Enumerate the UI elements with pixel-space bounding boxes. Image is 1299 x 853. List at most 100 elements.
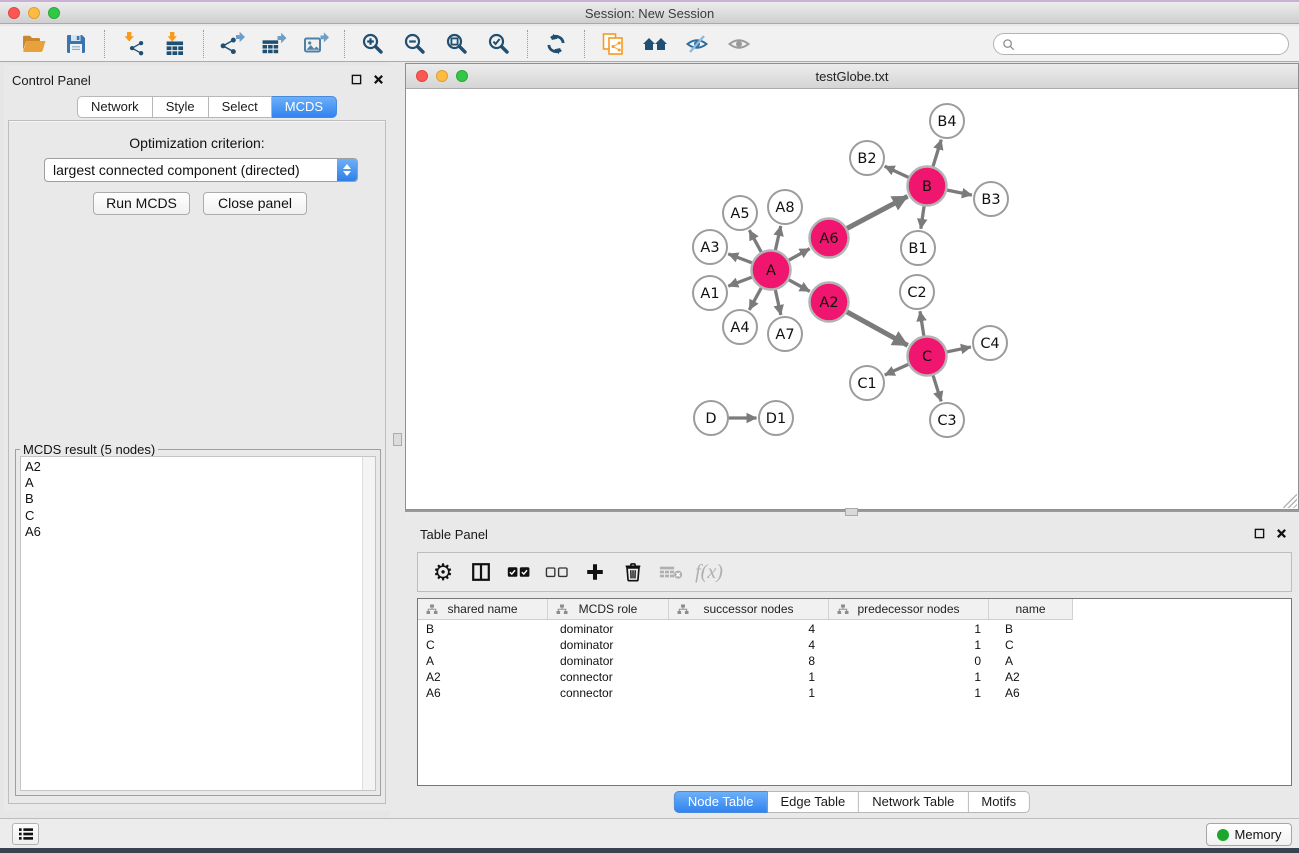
table-cell[interactable]: 0 <box>829 653 989 669</box>
network-from-selection-icon[interactable] <box>595 29 631 59</box>
network-canvas[interactable]: AA1A2A3A4A5A6A7A8BB1B2B3B4CC1C2C3C4DD1 <box>406 89 1298 509</box>
tab-network[interactable]: Network <box>77 96 153 118</box>
open-session-icon[interactable] <box>16 29 52 59</box>
network-graph[interactable]: AA1A2A3A4A5A6A7A8BB1B2B3B4CC1C2C3C4DD1 <box>406 89 1298 509</box>
table-cell[interactable]: connector <box>548 669 669 685</box>
search-input[interactable] <box>993 33 1289 55</box>
mcds-result-item[interactable]: B <box>21 491 375 507</box>
refresh-icon[interactable] <box>538 29 574 59</box>
table-cell[interactable]: A6 <box>418 685 548 701</box>
export-image-icon[interactable] <box>298 29 334 59</box>
tab-node-table[interactable]: Node Table <box>674 791 768 813</box>
divider-handle[interactable] <box>845 508 858 516</box>
table-cell[interactable]: A <box>418 653 548 669</box>
divider-handle[interactable] <box>393 433 402 446</box>
tab-style[interactable]: Style <box>153 96 209 118</box>
table-cell[interactable]: A6 <box>989 685 1073 701</box>
column-header-name[interactable]: name <box>989 599 1073 620</box>
tab-select[interactable]: Select <box>209 96 272 118</box>
mcds-result-list[interactable]: A2ABCA6 <box>20 456 376 791</box>
select-all-icon[interactable] <box>502 556 536 588</box>
table-cell[interactable]: dominator <box>548 621 669 637</box>
show-all-icon[interactable] <box>721 29 757 59</box>
graph-node-label: B <box>922 179 932 195</box>
mcds-result-item[interactable]: A2 <box>21 459 375 475</box>
table-cell[interactable]: B <box>418 621 548 637</box>
memory-button[interactable]: Memory <box>1206 823 1292 846</box>
table-cell[interactable]: 4 <box>669 621 829 637</box>
table-cell[interactable]: C <box>989 637 1073 653</box>
zoom-fit-icon[interactable] <box>439 29 475 59</box>
column-header-shared-name[interactable]: shared name <box>418 599 548 620</box>
column-header-MCDS-role[interactable]: MCDS role <box>548 599 669 620</box>
graph-node-label: C3 <box>937 413 956 429</box>
search-field[interactable] <box>1020 37 1280 51</box>
first-neighbors-icon[interactable] <box>637 29 673 59</box>
table-row[interactable]: Cdominator41C <box>418 637 1291 653</box>
column-header-successor-nodes[interactable]: successor nodes <box>669 599 829 620</box>
table-cell[interactable]: 1 <box>829 621 989 637</box>
close-panel-icon[interactable] <box>1275 527 1287 539</box>
task-history-button[interactable] <box>12 823 39 845</box>
add-row-icon[interactable] <box>578 556 612 588</box>
table-cell[interactable]: connector <box>548 685 669 701</box>
import-network-icon[interactable] <box>115 29 151 59</box>
table-cell[interactable]: 1 <box>669 685 829 701</box>
table-cell[interactable]: 1 <box>829 669 989 685</box>
table-row[interactable]: Bdominator41B <box>418 621 1291 637</box>
table-row[interactable]: A2connector11A2 <box>418 669 1291 685</box>
hide-selected-icon[interactable] <box>679 29 715 59</box>
graph-node-label: D <box>705 411 716 427</box>
tab-network-table[interactable]: Network Table <box>859 791 968 813</box>
table-cell[interactable]: dominator <box>548 653 669 669</box>
table-row[interactable]: A6connector11A6 <box>418 685 1291 701</box>
mcds-result-item[interactable]: C <box>21 508 375 524</box>
toolbar-separator <box>104 30 105 58</box>
table-cell[interactable]: B <box>989 621 1073 637</box>
table-cell[interactable]: C <box>418 637 548 653</box>
vertical-split-divider[interactable] <box>390 62 405 818</box>
mcds-result-item[interactable]: A <box>21 475 375 491</box>
resize-grip-icon[interactable] <box>1283 494 1297 508</box>
scrollbar-track[interactable] <box>362 457 375 790</box>
export-table-icon[interactable] <box>256 29 292 59</box>
float-panel-icon[interactable] <box>1253 527 1265 539</box>
table-cell[interactable]: A2 <box>989 669 1073 685</box>
table-cell[interactable]: 1 <box>829 685 989 701</box>
graph-node-label: B3 <box>981 192 1000 208</box>
network-window-titlebar[interactable]: testGlobe.txt <box>406 64 1298 89</box>
hierarchy-icon <box>837 604 849 618</box>
column-header-predecessor-nodes[interactable]: predecessor nodes <box>829 599 989 620</box>
horizontal-split-divider[interactable] <box>405 510 1299 519</box>
table-cell[interactable]: dominator <box>548 637 669 653</box>
table-header-row: shared nameMCDS rolesuccessor nodesprede… <box>418 599 1073 620</box>
table-cell[interactable]: 4 <box>669 637 829 653</box>
criterion-select[interactable]: largest connected component (directed) <box>44 158 358 182</box>
tab-mcds[interactable]: MCDS <box>272 96 337 118</box>
table-cell[interactable]: 1 <box>829 637 989 653</box>
close-panel-button[interactable]: Close panel <box>203 192 307 215</box>
zoom-in-icon[interactable] <box>355 29 391 59</box>
table-cell[interactable]: A <box>989 653 1073 669</box>
float-panel-icon[interactable] <box>350 73 362 85</box>
settings-icon[interactable]: ⚙ <box>426 556 460 588</box>
export-network-icon[interactable] <box>214 29 250 59</box>
columns-icon[interactable] <box>464 556 498 588</box>
table-cell[interactable]: A2 <box>418 669 548 685</box>
deselect-all-icon[interactable] <box>540 556 574 588</box>
delete-row-icon[interactable] <box>616 556 650 588</box>
tab-motifs[interactable]: Motifs <box>968 791 1030 813</box>
table-row[interactable]: Adominator80A <box>418 653 1291 669</box>
close-panel-icon[interactable] <box>372 73 384 85</box>
mcds-result-item[interactable]: A6 <box>21 524 375 540</box>
zoom-selected-icon[interactable] <box>481 29 517 59</box>
search-icon <box>1002 38 1015 51</box>
table-cell[interactable]: 8 <box>669 653 829 669</box>
tab-edge-table[interactable]: Edge Table <box>767 791 859 813</box>
function-icon: f(x) <box>692 556 726 588</box>
zoom-out-icon[interactable] <box>397 29 433 59</box>
run-mcds-button[interactable]: Run MCDS <box>93 192 190 215</box>
import-table-icon[interactable] <box>157 29 193 59</box>
save-session-icon[interactable] <box>58 29 94 59</box>
table-cell[interactable]: 1 <box>669 669 829 685</box>
